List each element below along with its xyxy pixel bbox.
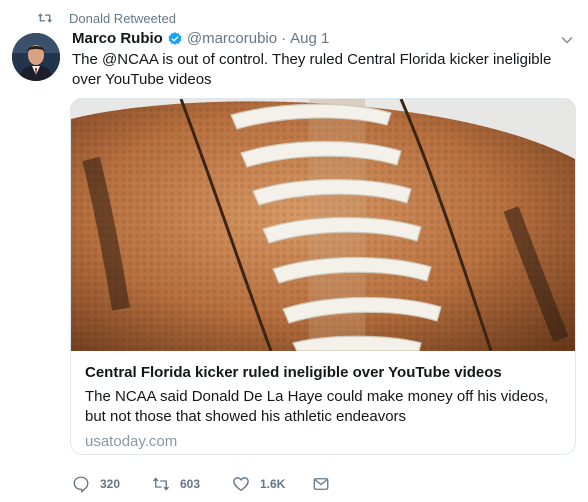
verified-badge-icon <box>168 32 182 45</box>
retweet-banner[interactable]: Donald Retweeted <box>38 9 176 27</box>
reply-count: 320 <box>100 477 121 491</box>
card-body: Central Florida kicker ruled ineligible … <box>85 363 565 452</box>
link-card[interactable]: Central Florida kicker ruled ineligible … <box>70 98 576 455</box>
card-image[interactable] <box>71 99 575 352</box>
heart-icon <box>233 477 249 492</box>
football-photo <box>71 99 575 352</box>
author-name[interactable]: Marco Rubio <box>72 30 163 48</box>
envelope-icon <box>313 478 329 490</box>
tweet-text: The @NCAA is out of control. They ruled … <box>72 51 552 88</box>
tweet-header: Marco Rubio @marcorubio · Aug 1 <box>72 30 329 48</box>
tweet-actions: 320 603 1.6K <box>72 474 356 494</box>
card-domain[interactable]: usatoday.com <box>85 432 565 452</box>
retweet-label: Donald Retweeted <box>69 10 176 26</box>
chevron-down-icon[interactable] <box>560 33 574 47</box>
retweet-icon <box>152 477 170 491</box>
retweet-icon <box>38 13 52 23</box>
tweet-date[interactable]: Aug 1 <box>290 30 329 48</box>
retweet-count: 603 <box>180 477 201 491</box>
card-description: The NCAA said Donald De La Haye could ma… <box>85 388 549 425</box>
like-count: 1.6K <box>260 477 286 491</box>
retweet-button[interactable]: 603 <box>152 475 206 493</box>
card-title[interactable]: Central Florida kicker ruled ineligible … <box>85 363 565 383</box>
like-button[interactable]: 1.6K <box>232 475 286 493</box>
author-handle[interactable]: @marcorubio <box>187 30 277 48</box>
avatar[interactable] <box>12 33 60 81</box>
reply-button[interactable]: 320 <box>72 475 126 493</box>
reply-icon <box>73 476 89 493</box>
direct-message-button[interactable] <box>312 475 330 493</box>
profile-photo <box>12 33 60 81</box>
header-separator: · <box>281 30 287 47</box>
